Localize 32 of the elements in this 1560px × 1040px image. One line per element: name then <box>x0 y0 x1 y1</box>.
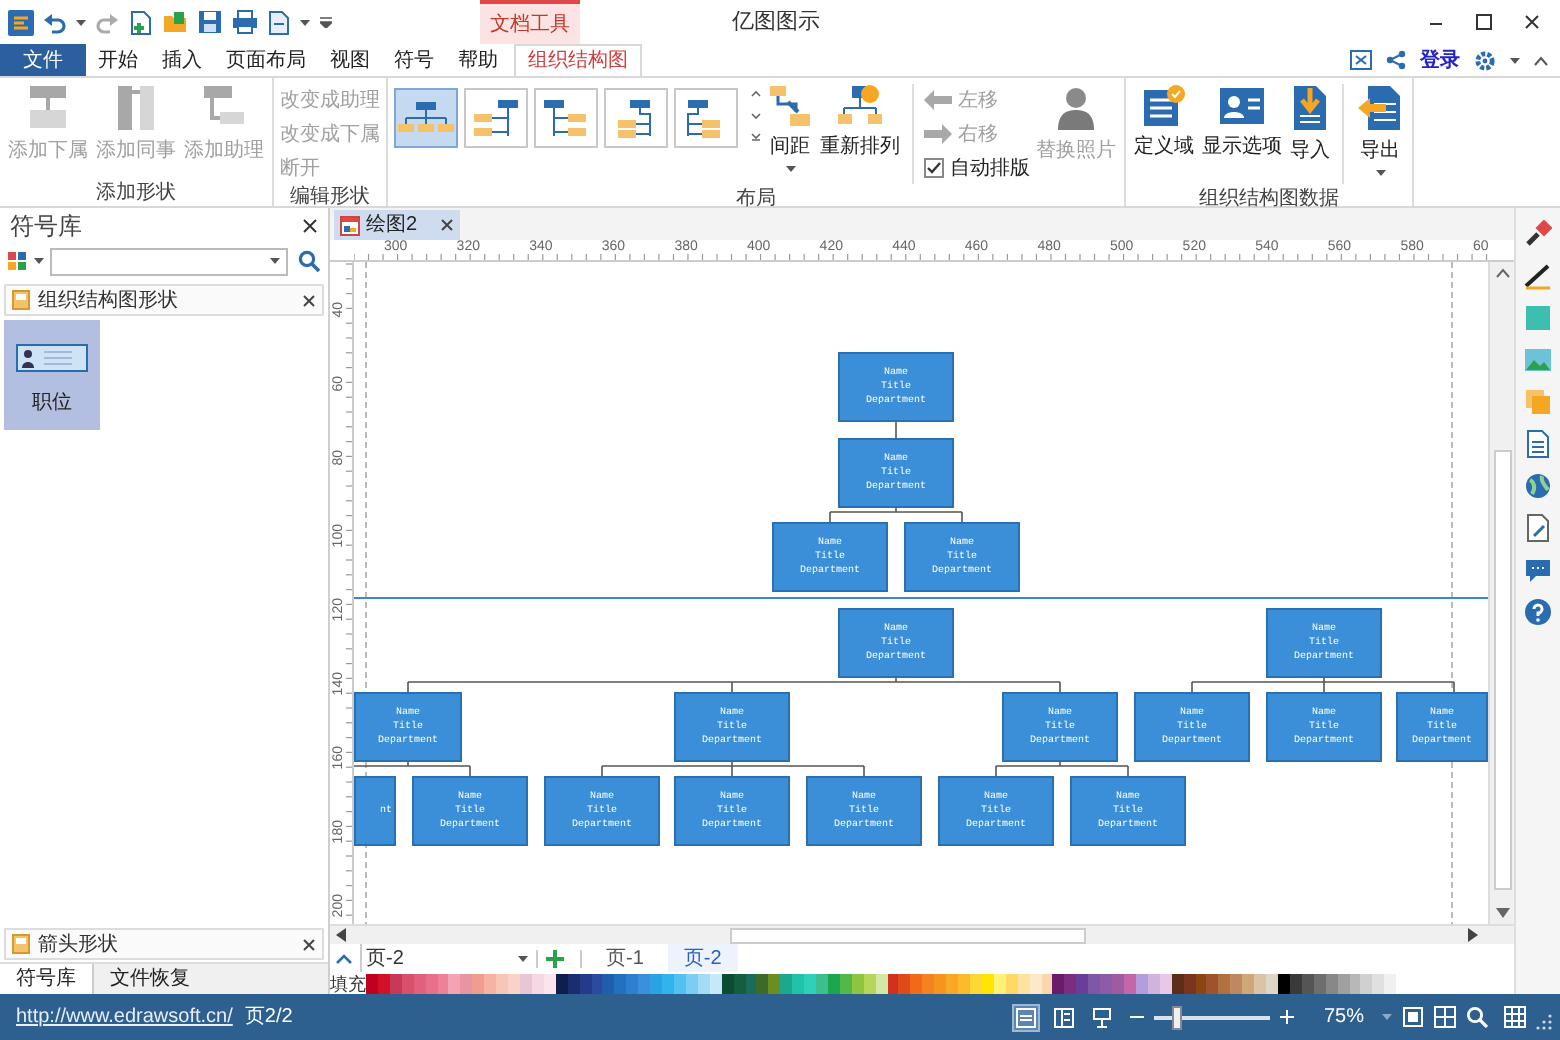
ribbon-button[interactable]: 间距 <box>766 84 814 172</box>
page-tab[interactable]: 页-1 <box>590 943 660 973</box>
file-menu-button[interactable]: 文件 <box>0 44 86 76</box>
checkbox-label[interactable]: 自动排版 <box>950 153 1030 183</box>
ribbon-tab[interactable]: 组织结构图 <box>514 44 642 76</box>
panel-tab[interactable]: 符号库 <box>0 964 94 994</box>
website-link[interactable]: http://www.edrawsoft.cn/ <box>16 1002 233 1032</box>
document-tab[interactable]: 绘图2 <box>334 210 460 240</box>
panel-title: 符号库 <box>10 210 82 244</box>
context-tab-label: 文档工具 <box>480 0 580 44</box>
ribbon-tab[interactable]: 开始 <box>86 44 150 76</box>
ribbon-button[interactable]: 导入 <box>1288 84 1332 166</box>
shape-tile[interactable]: 职位 <box>4 320 100 430</box>
login-link[interactable]: 登录 <box>1420 45 1460 75</box>
ribbon-tab[interactable]: 页面布局 <box>214 44 318 76</box>
ribbon-tab[interactable]: 帮助 <box>446 44 510 76</box>
ribbon-button[interactable]: 显示选项 <box>1200 84 1284 162</box>
group-label: 编辑形状 <box>288 183 372 210</box>
ribbon-tab[interactable]: 视图 <box>318 44 382 76</box>
page-tab[interactable]: 页-2 <box>667 943 738 973</box>
ribbon-tab[interactable]: 符号 <box>382 44 446 76</box>
page-indicator: 页2/2 <box>244 1004 293 1032</box>
zoom-level[interactable]: 75% <box>1323 1002 1364 1032</box>
group-label: 布局 <box>734 186 778 212</box>
window-title: 亿图图示 <box>732 7 820 38</box>
ribbon-button[interactable]: 定义域 <box>1132 84 1196 162</box>
ribbon-button[interactable]: 导出 <box>1354 84 1406 176</box>
ribbon-button[interactable]: 重新排列 <box>818 84 902 162</box>
ribbon-tab[interactable]: 插入 <box>150 44 214 76</box>
fill-label: 填充 <box>330 973 366 993</box>
group-label: 组织结构图数据 <box>1197 185 1341 212</box>
group-label: 添加形状 <box>94 179 178 206</box>
